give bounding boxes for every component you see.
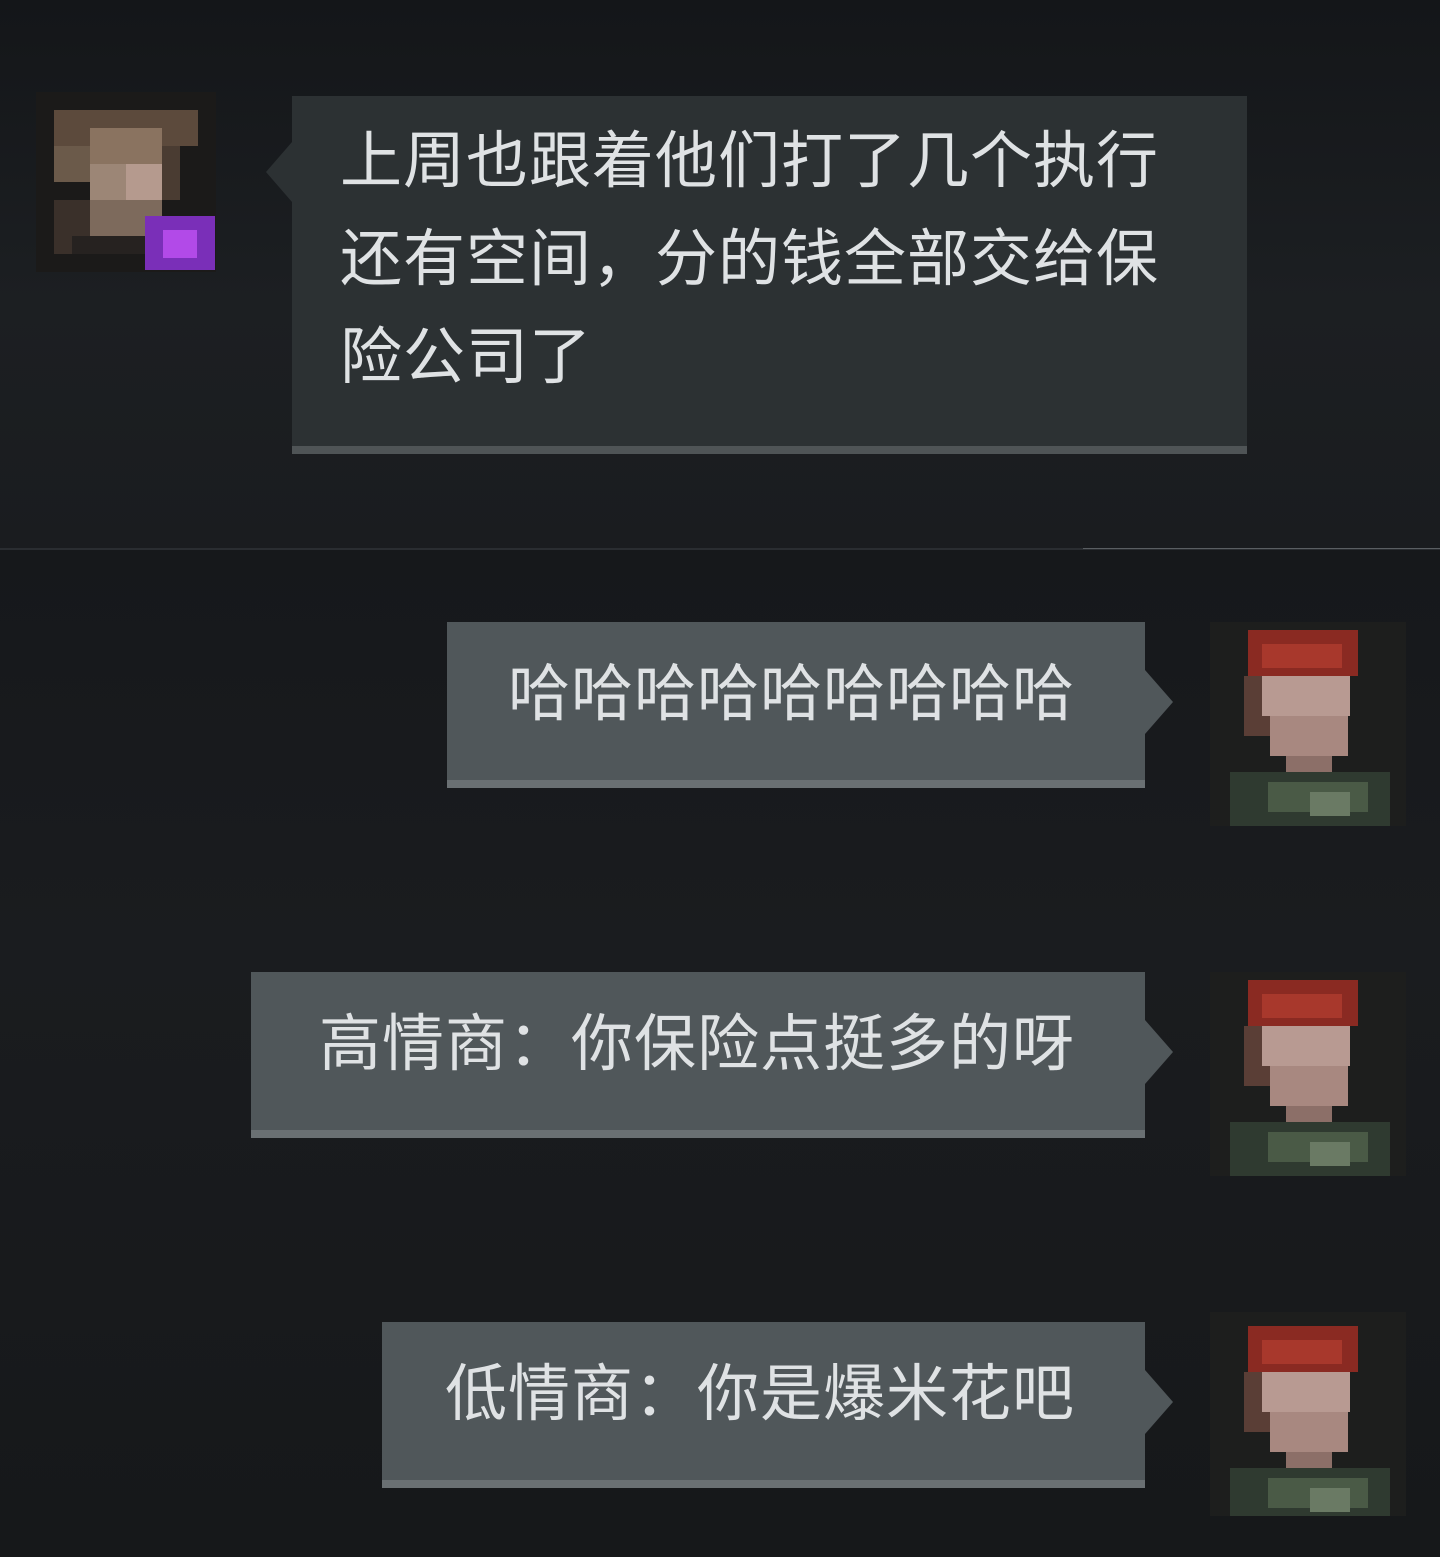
chat-screenshot: 上周也跟着他们打了几个执行还有空间，分的钱全部交给保险公司了 哈哈哈哈哈哈哈哈哈… (0, 0, 1440, 1557)
member-badge-icon (145, 216, 215, 270)
message-text: 哈哈哈哈哈哈哈哈哈 (507, 657, 1075, 730)
message-text: 低情商：你是爆米花吧 (444, 1357, 1075, 1430)
message-text: 上周也跟着他们打了几个执行还有空间，分的钱全部交给保险公司了 (340, 124, 1160, 393)
panel-divider (0, 548, 1440, 550)
message-bubble-outgoing[interactable]: 哈哈哈哈哈哈哈哈哈 (447, 622, 1173, 788)
message-bubble-outgoing[interactable]: 高情商：你保险点挺多的呀 (251, 972, 1173, 1138)
message-text: 高情商：你保险点挺多的呀 (318, 1007, 1075, 1080)
message-bubble-incoming[interactable]: 上周也跟着他们打了几个执行还有空间，分的钱全部交给保险公司了 (266, 96, 1247, 454)
message-bubble-outgoing[interactable]: 低情商：你是爆米花吧 (382, 1322, 1173, 1488)
user-avatar[interactable] (1210, 1312, 1406, 1516)
user-avatar[interactable] (1210, 622, 1406, 826)
user-avatar[interactable] (1210, 972, 1406, 1176)
